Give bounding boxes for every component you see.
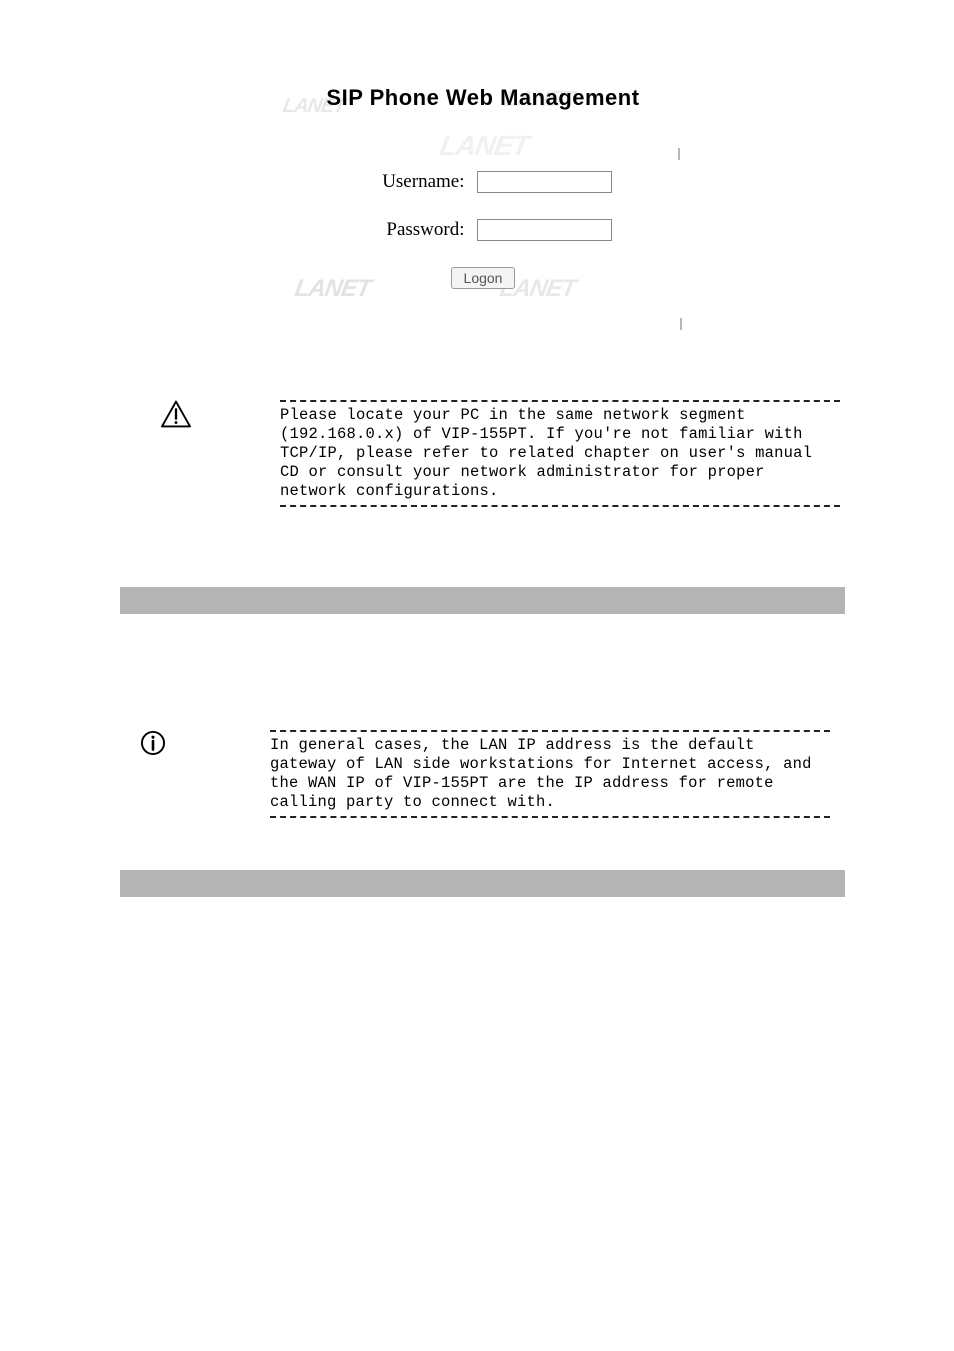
info-callout: In general cases, the LAN IP address is … <box>140 730 830 818</box>
divider <box>270 816 830 818</box>
info-body: In general cases, the LAN IP address is … <box>270 730 830 818</box>
username-row: Username: <box>283 171 683 193</box>
info-icon <box>140 730 178 756</box>
section-bar <box>120 587 845 614</box>
logon-button[interactable]: Logon <box>451 267 516 289</box>
divider <box>280 400 840 402</box>
warning-body: Please locate your PC in the same networ… <box>280 400 840 507</box>
password-label: Password: <box>355 219 465 241</box>
info-text: In general cases, the LAN IP address is … <box>270 736 830 812</box>
username-label: Username: <box>355 171 465 193</box>
logon-row: Logon <box>283 267 683 289</box>
warning-icon <box>160 400 198 428</box>
decorative-mark <box>680 318 682 330</box>
username-input[interactable] <box>477 171 612 193</box>
page-title: SIP Phone Web Management <box>283 85 683 111</box>
warning-text: Please locate your PC in the same networ… <box>280 406 840 501</box>
login-panel: SIP Phone Web Management Username: Passw… <box>283 85 683 289</box>
password-row: Password: <box>283 219 683 241</box>
divider <box>280 505 840 507</box>
warning-callout: Please locate your PC in the same networ… <box>160 400 840 507</box>
password-input[interactable] <box>477 219 612 241</box>
divider <box>270 730 830 732</box>
section-bar <box>120 870 845 897</box>
